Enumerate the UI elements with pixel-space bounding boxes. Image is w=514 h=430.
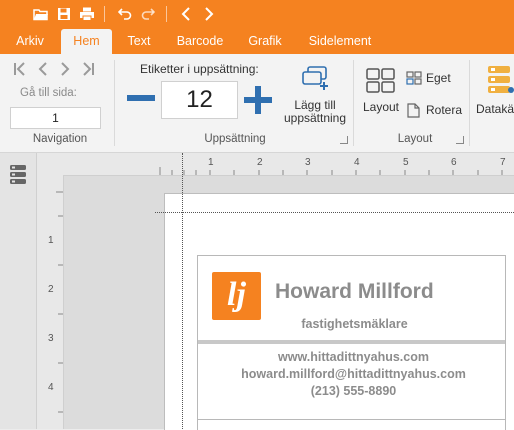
company-logo: lj [212,272,261,320]
sets-group-label: Uppsättning [204,133,266,145]
next-page-icon[interactable] [58,62,72,76]
contact-email: howard.millford@hittadittnyahus.com [241,367,466,381]
tab-text[interactable]: Text [118,29,160,54]
previous-page-icon[interactable] [36,62,50,76]
ruler-label: 3 [305,157,311,168]
ruler-label: 1 [208,157,214,168]
ruler-label: 6 [451,157,457,168]
contact-website: www.hittadittnyahus.com [278,350,429,364]
contact-name: Howard Millford [275,280,434,303]
last-page-icon[interactable] [81,62,95,76]
layout-group-label: Layout [397,133,433,145]
first-page-icon[interactable] [13,62,27,76]
layout-button-label: Layout [362,100,400,114]
logo-mark: lj [227,276,246,313]
vertical-ruler: 1 2 3 4 [37,175,64,429]
contact-title: fastighetsmäklare [198,317,509,331]
tab-grafik[interactable]: Grafik [240,29,290,54]
redo-icon[interactable] [139,5,157,23]
print-icon[interactable] [78,5,96,23]
ruler-label: 1 [48,235,54,246]
goto-page-label: Gå till sida: [20,87,77,99]
labels-per-set-caption: Etiketter i uppsättning: [140,62,259,76]
add-set-label-line1: Lägg till [294,98,336,112]
previous-icon[interactable] [177,5,195,23]
group-separator [469,60,470,146]
tab-barcode[interactable]: Barcode [170,29,230,54]
ruler-label: 2 [48,284,54,295]
open-folder-icon[interactable] [32,5,50,23]
undo-icon[interactable] [116,5,134,23]
toolbar-separator [166,6,167,22]
goto-page-input[interactable]: 1 [10,107,101,129]
tab-sidelement[interactable]: Sidelement [303,29,377,54]
tab-arkiv[interactable]: Arkiv [4,29,56,54]
layout-button[interactable]: Layout [362,64,400,122]
ruler-label: 4 [354,157,360,168]
navigation-group-label: Navigation [32,133,88,145]
side-panel-strip [0,153,37,429]
increase-button[interactable] [243,85,273,115]
vertical-guide-line [182,153,183,429]
rotate-label: Rotera [426,103,463,117]
group-separator [353,60,354,146]
business-card-label[interactable]: lj Howard Millford fastighetsmäklare www… [197,255,506,430]
horizontal-guide-line [155,212,514,213]
contact-phone: (213) 555-8890 [310,384,397,398]
card-bottom-line [198,419,505,420]
layout-dialog-launcher-icon[interactable] [456,136,464,144]
data-source-label: Datakä [476,102,514,116]
save-icon[interactable] [55,5,73,23]
sets-dialog-launcher-icon[interactable] [340,136,348,144]
ribbon-tabs: Arkiv Hem Text Barcode Grafik Sidelement [0,29,514,54]
rotate-button[interactable]: Rotera [406,102,462,120]
rotate-icon [406,103,422,121]
card-divider [198,340,505,344]
ruler-label: 2 [257,157,263,168]
data-source-button[interactable]: Datakä [474,62,514,122]
ruler-corner [37,153,155,176]
ruler-label: 4 [48,382,54,393]
ribbon-panel: Gå till sida: 1 Navigation Etiketter i u… [0,54,514,153]
group-separator [114,60,115,146]
toolbar-separator [104,6,105,22]
decrease-button[interactable] [126,87,156,109]
horizontal-ruler: 1 2 3 4 5 6 7 [155,153,514,176]
ruler-label: 7 [500,157,506,168]
add-set-label-line2: uppsättning [283,111,347,125]
database-icon [486,64,514,99]
next-icon[interactable] [200,5,218,23]
ruler-label: 3 [48,333,54,344]
labels-count-input[interactable]: 12 [161,81,238,119]
custom-layout-button[interactable]: Eget [406,70,452,88]
tab-hem[interactable]: Hem [61,29,112,54]
pages-panel-icon[interactable] [9,164,27,189]
add-set-button[interactable]: Lägg till uppsättning [282,60,348,130]
add-set-icon [300,64,330,97]
custom-layout-icon [406,71,422,88]
contact-title-text: fastighetsmäklare [301,317,408,331]
quick-access-toolbar [0,0,514,29]
layout-grid-icon [366,68,396,97]
ruler-label: 5 [403,157,409,168]
custom-layout-label: Eget [426,71,451,85]
